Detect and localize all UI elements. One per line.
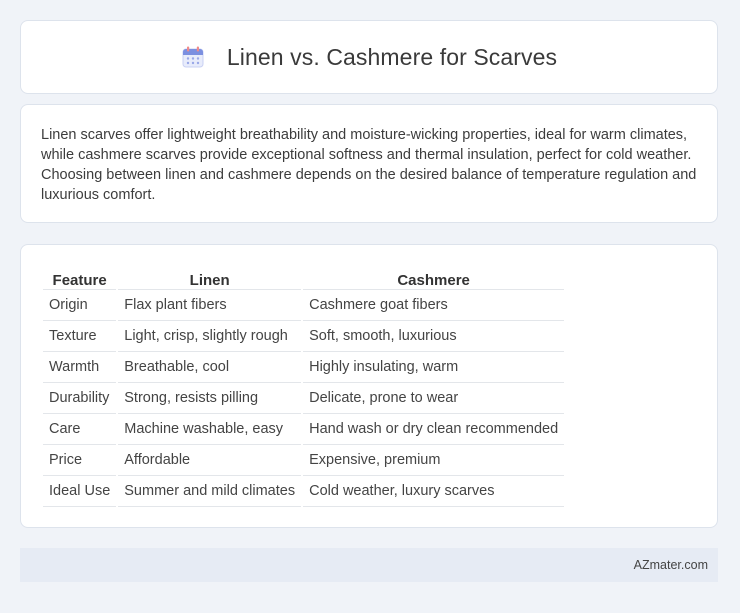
table-row: Warmth Breathable, cool Highly insulating,… xyxy=(43,352,565,383)
header-cashmere: Cashmere xyxy=(303,267,565,290)
table-body: Origin Flax plant fibers Cashmere goat fib… xyxy=(43,290,565,507)
cell-cashmere: Delicate, prone to wear xyxy=(303,383,565,414)
table-row: Price Affordable Expensive, premium xyxy=(43,445,565,476)
header-linen: Linen xyxy=(118,267,302,290)
cell-feature: Durability xyxy=(43,383,117,414)
cell-linen: Summer and mild climates xyxy=(118,476,302,507)
cell-cashmere: Cold weather, luxury scarves xyxy=(303,476,565,507)
table-row: Durability Strong, resists pilling Delicat… xyxy=(43,383,565,414)
title-card: Linen vs. Cashmere for Scarves xyxy=(20,20,718,94)
title-wrap: Linen vs. Cashmere for Scarves xyxy=(181,44,557,71)
cell-feature: Care xyxy=(43,414,117,445)
cell-feature: Origin xyxy=(43,290,117,321)
table-card: Feature Linen Cashmere Origin Flax plant … xyxy=(20,244,718,528)
cell-linen: Affordable xyxy=(118,445,302,476)
cell-feature: Price xyxy=(43,445,117,476)
cell-feature: Texture xyxy=(43,321,117,352)
table-row: Ideal Use Summer and mild climates Cold we… xyxy=(43,476,565,507)
cell-cashmere: Soft, smooth, luxurious xyxy=(303,321,565,352)
table-header-row: Feature Linen Cashmere xyxy=(43,267,565,290)
cell-linen: Machine washable, easy xyxy=(118,414,302,445)
cell-linen: Breathable, cool xyxy=(118,352,302,383)
intro-paragraph: Linen scarves offer lightweight breathab… xyxy=(41,127,697,203)
cell-linen: Strong, resists pilling xyxy=(118,383,302,414)
cell-cashmere: Hand wash or dry clean recommended xyxy=(303,414,565,445)
header-feature: Feature xyxy=(43,267,117,290)
cell-cashmere: Expensive, premium xyxy=(303,445,565,476)
table-row: Care Machine washable, easy Hand wash or d… xyxy=(43,414,565,445)
cell-linen: Light, crisp, slightly rough xyxy=(118,321,302,352)
cell-cashmere: Cashmere goat fibers xyxy=(303,290,565,321)
cell-feature: Warmth xyxy=(43,352,117,383)
page-title: Linen vs. Cashmere for Scarves xyxy=(226,43,558,70)
intro-card: Linen scarves offer lightweight breathab… xyxy=(20,104,718,223)
comparison-table: Feature Linen Cashmere Origin Flax plant … xyxy=(43,267,565,507)
footer-site-name: AZmater.com xyxy=(633,558,708,572)
calendar-icon xyxy=(182,46,204,68)
footer: AZmater.com xyxy=(20,548,718,582)
cell-linen: Flax plant fibers xyxy=(118,290,302,321)
cell-cashmere: Highly insulating, warm xyxy=(303,352,565,383)
table-row: Texture Light, crisp, slightly rough Soft,… xyxy=(43,321,565,352)
table-row: Origin Flax plant fibers Cashmere goat fib… xyxy=(43,290,565,321)
cell-feature: Ideal Use xyxy=(43,476,117,507)
